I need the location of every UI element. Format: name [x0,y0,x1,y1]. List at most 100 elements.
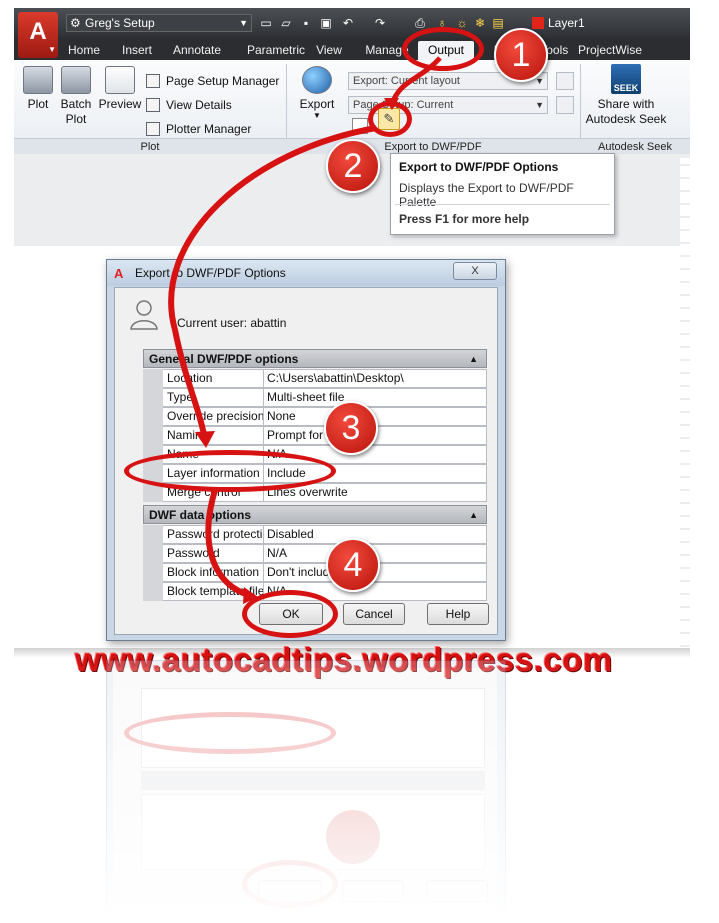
tooltip-divider [395,204,610,205]
tab-annotate[interactable]: Annotate [166,41,228,60]
view-details-button[interactable]: View Details [146,96,232,114]
dwf-options-header[interactable]: DWF data options ▲ [143,505,487,524]
general-options-header[interactable]: General DWF/PDF options ▲ [143,349,487,368]
property-value[interactable]: Multi-sheet file [264,388,487,407]
property-row-naming[interactable]: Naming Prompt for name [143,426,487,445]
collapse-icon[interactable]: ▲ [469,506,478,525]
tab-projectwise[interactable]: ProjectWise [570,41,650,60]
help-button[interactable]: Help [427,603,489,625]
redo-icon[interactable]: ↷ [372,15,388,31]
seek-icon: SEEK [611,64,641,94]
row-gutter [143,426,163,445]
close-button[interactable]: X [453,262,497,280]
property-value[interactable]: C:\Users\abattin\Desktop\ [264,369,487,388]
new-icon[interactable]: ▭ [258,15,274,31]
layer-selector[interactable]: Layer1 [532,14,585,32]
dwf-options-title: DWF data options [149,508,251,522]
share-autodesk-seek-button[interactable]: SEEK Share with Autodesk Seek [584,64,668,127]
application-menu-button[interactable]: A ▼ [18,12,58,58]
property-row-password-protection[interactable]: Password protection Disabled [143,525,487,544]
property-name: Naming [163,426,264,445]
page-setup-add-icon[interactable] [556,96,574,114]
property-name: Block information [163,563,264,582]
collapse-icon[interactable]: ▲ [469,350,478,369]
open-icon[interactable]: ▱ [278,15,294,31]
page-setup-manager-button[interactable]: Page Setup Manager [146,72,279,90]
gear-icon: ⚙ [70,16,81,30]
export-globe-icon [302,66,332,94]
reflection-fade [0,660,719,923]
export-scope-value: Export: Current layout [353,75,460,87]
printer-icon [23,66,53,94]
autocad-logo: A [29,18,47,45]
seek-panel-title: Autodesk Seek [580,138,690,154]
row-gutter [143,582,163,601]
property-value[interactable]: Disabled [264,525,487,544]
chevron-down-icon: ▼ [535,100,544,110]
preview-button[interactable]: Preview [96,66,144,111]
saveas-icon[interactable]: ▣ [318,15,334,31]
property-name: Password protection [163,525,264,544]
property-row-password[interactable]: Password N/A [143,544,487,563]
undo-icon[interactable]: ↶ [340,15,356,31]
view-details-icon [146,98,160,112]
row-gutter [143,563,163,582]
highlight-ring-layer-information [124,450,336,492]
property-row-block-information[interactable]: Block information Don't include [143,563,487,582]
tooltip-help: Press F1 for more help [399,212,530,226]
plot-button[interactable]: Plot [20,66,56,111]
save-icon[interactable]: ▪ [298,15,314,31]
tab-view[interactable]: View [312,41,346,60]
cancel-button[interactable]: Cancel [343,603,405,625]
layer-color-swatch [532,17,544,29]
user-icon [130,300,158,330]
export-button[interactable]: Export ▼ [294,66,340,120]
row-gutter [143,369,163,388]
step-1-badge: 1 [494,28,548,82]
step-4-badge: 4 [326,538,380,592]
property-row-type[interactable]: Type Multi-sheet file [143,388,487,407]
current-user-label: Current user: abattin [177,316,287,330]
torn-page-edge [680,158,690,656]
workspace-selector[interactable]: ⚙ Greg's Setup ▼ [66,14,252,32]
batch-plot-button[interactable]: Batch Plot [58,66,94,127]
plotter-manager-button[interactable]: Plotter Manager [146,120,251,138]
tab-home[interactable]: Home [62,41,106,60]
dialog-titlebar[interactable]: A Export to DWF/PDF Options X [107,260,505,286]
row-gutter [143,388,163,407]
general-options-title: General DWF/PDF options [149,352,299,366]
tooltip: Export to DWF/PDF Options Displays the E… [390,153,615,235]
property-name: Location [163,369,264,388]
preview-export-icon[interactable] [352,118,368,134]
quick-access-toolbar: ⚙ Greg's Setup ▼ ▭ ▱ ▪ ▣ ↶ ↷ ⎙ ♁ ☼ ❄ ▤ L… [14,8,690,38]
export-options-dialog: A Export to DWF/PDF Options X Current us… [106,259,506,641]
share-seek-label: Share with Autodesk Seek [585,97,667,126]
chevron-down-icon: ▼ [239,18,248,28]
property-name: Block template file [163,582,264,601]
chevron-down-icon: ▼ [313,111,321,120]
page-setup-manager-label: Page Setup Manager [166,74,280,88]
view-details-label: View Details [166,98,232,112]
dialog-title: Export to DWF/PDF Options [135,266,286,280]
plotter-manager-icon [146,122,160,136]
highlight-ring-pdf-options [368,101,412,137]
property-name: Password [163,544,264,563]
lock-icon[interactable]: ▤ [490,15,506,31]
tab-insert[interactable]: Insert [114,41,160,60]
freeze-icon[interactable]: ❄ [472,15,488,31]
close-icon: X [471,265,479,277]
property-name: Override precision [163,407,264,426]
row-gutter [143,407,163,426]
preview-icon [105,66,135,94]
property-row-location[interactable]: Location C:\Users\abattin\Desktop\ [143,369,487,388]
layer-name: Layer1 [548,16,585,30]
step-2-badge: 2 [326,139,380,193]
autocad-icon: A [114,266,124,281]
plotter-manager-label: Plotter Manager [166,122,252,136]
property-row-override-precision[interactable]: Override precision None [143,407,487,426]
page-setup-dots-icon[interactable] [556,72,574,90]
row-gutter [143,525,163,544]
chevron-down-icon: ▼ [48,45,56,54]
tab-parametric[interactable]: Parametric [234,41,318,60]
page-setup-icon [146,74,160,88]
